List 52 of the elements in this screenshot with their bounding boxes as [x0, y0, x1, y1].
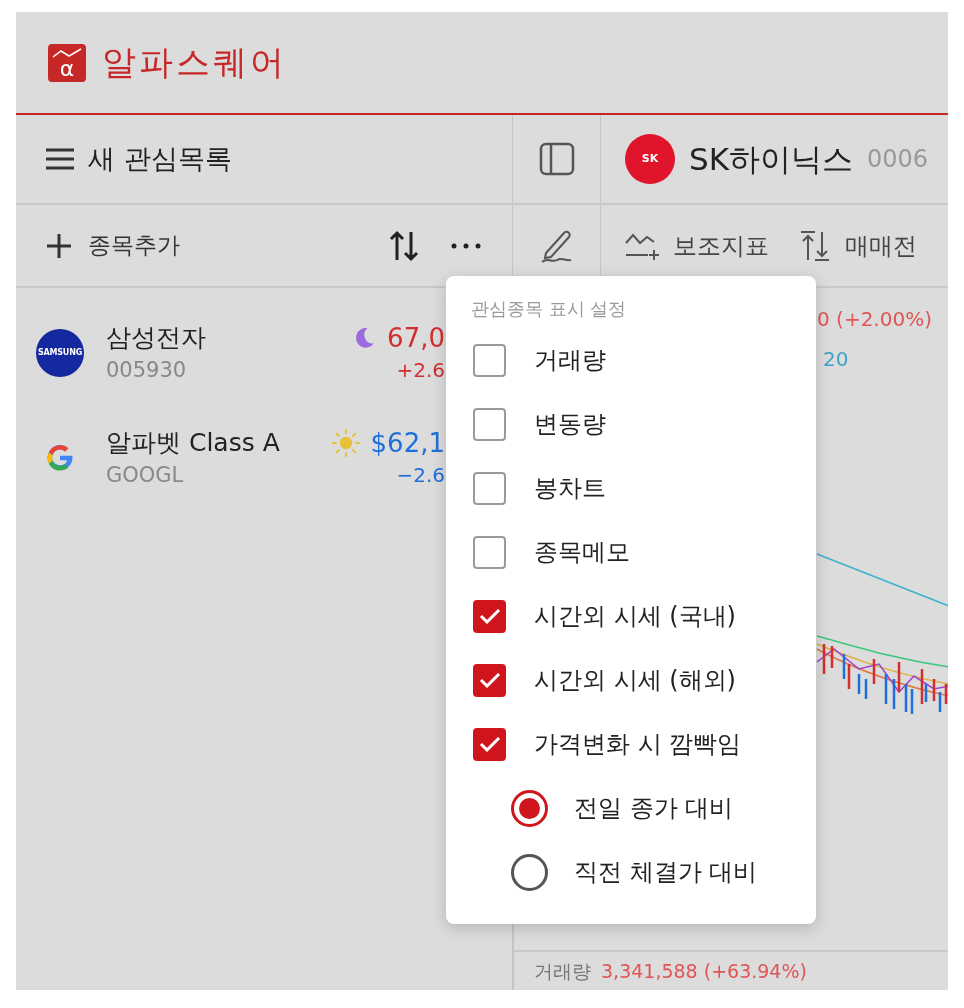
volume-value: 3,341,588 (+63.94%) [601, 958, 807, 984]
toolbar-button[interactable]: 매매전 [795, 227, 917, 264]
plus-icon [46, 232, 72, 259]
option-label: 거래량 [534, 345, 606, 376]
google-icon [45, 442, 75, 473]
radio-button[interactable] [511, 789, 548, 827]
check-icon [478, 736, 501, 752]
stock-code: 0006 [867, 144, 929, 175]
checkbox[interactable] [473, 471, 506, 505]
checkbox[interactable] [473, 343, 506, 377]
option-label: 변동량 [534, 409, 606, 440]
volume-label: 거래량 [534, 958, 591, 984]
option-label: 시간외 시세 (국내) [534, 601, 736, 632]
stock-change: −2.6 [396, 461, 445, 489]
check-icon [478, 608, 501, 624]
option-label: 가격변화 시 깜빡임 [534, 729, 742, 760]
checkbox[interactable] [473, 535, 506, 569]
option-label: 봉차트 [534, 473, 606, 504]
sort-icon[interactable] [388, 229, 420, 262]
sun-icon [330, 427, 361, 458]
app-title: 알파스퀘어 [102, 41, 287, 84]
option-label: 종목메모 [534, 537, 630, 568]
checkbox[interactable] [473, 727, 506, 761]
checkbox[interactable] [473, 407, 506, 441]
company-logo: SK [625, 134, 675, 184]
stock-name: 알파벳 Class A [106, 426, 280, 459]
add-stock-button[interactable]: 종목추가 [46, 228, 180, 263]
option-label: 시간외 시세 (해외) [534, 665, 736, 696]
watchlist-title: 새 관심목록 [88, 141, 232, 176]
check-icon [478, 672, 501, 688]
app-logo: α [48, 43, 86, 82]
stock-price: $62,1 [370, 426, 445, 460]
more-icon[interactable] [450, 241, 482, 250]
stock-code: GOOGL [106, 461, 185, 489]
menu-title: 관심종목 표시 설정 [470, 297, 628, 321]
stock-change: +2.6 [396, 356, 445, 384]
toolbar-button[interactable]: 보조지표 [623, 227, 769, 264]
menu-icon[interactable] [46, 147, 74, 171]
stock-name: 삼성전자 [106, 321, 206, 354]
quote-value: 20 [822, 346, 850, 373]
price-change: 0 (+2.00%) [817, 306, 933, 333]
option-label: 직전 체결가 대비 [574, 857, 758, 888]
watchlist-item[interactable]: 알파벳 Class A GOOGL $62,1 −2.6 [16, 405, 512, 510]
stock-name: SK하이닉스 [689, 139, 853, 179]
option-label: 전일 종가 대비 [574, 793, 734, 824]
stock-price: 67,0 [387, 321, 445, 355]
checkbox[interactable] [473, 599, 506, 633]
stock-code: 005930 [106, 356, 188, 384]
sidebar-toggle-icon[interactable] [538, 142, 575, 176]
logo-text: SAMSUNG [37, 346, 82, 359]
radio-button[interactable] [511, 853, 548, 891]
checkbox[interactable] [473, 663, 506, 697]
